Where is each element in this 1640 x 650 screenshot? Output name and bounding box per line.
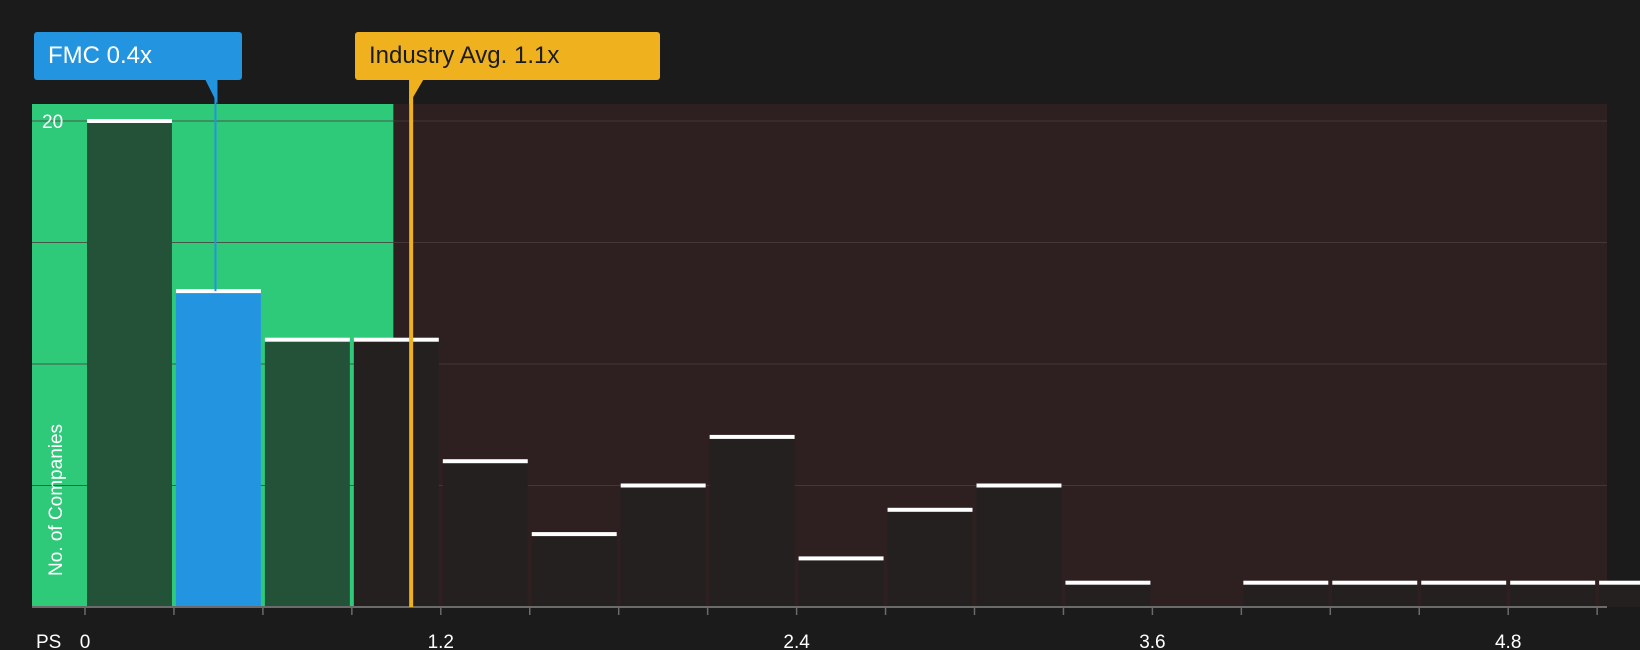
histogram-bar	[976, 485, 1062, 607]
industry-average-tag: Industry Avg. 1.1x	[355, 32, 660, 80]
x-tick-label: 0	[80, 632, 91, 650]
bar-top-marker	[1243, 580, 1329, 585]
bar-top-marker	[1065, 580, 1151, 585]
x-tick-label: 3.6	[1139, 632, 1165, 650]
histogram-bar	[353, 339, 439, 607]
histogram-bar	[620, 485, 706, 607]
y-axis-title: No. of Companies	[46, 424, 67, 576]
histogram-bar	[264, 339, 350, 607]
bar-top-marker	[353, 337, 439, 342]
histogram-bar	[1510, 582, 1596, 607]
bar-top-marker	[798, 556, 884, 561]
company-ps-tag: FMC 0.4x	[34, 32, 242, 80]
bar-top-marker	[1332, 580, 1418, 585]
x-tick-label: 2.4	[783, 632, 810, 650]
histogram-bar	[87, 121, 172, 608]
bar-top-marker	[264, 337, 350, 342]
bar-top-marker	[442, 459, 528, 464]
bar-top-marker	[709, 434, 795, 439]
x-tick-label: 4.8	[1495, 632, 1521, 650]
bar-top-marker	[887, 507, 973, 512]
histogram-bar	[1065, 582, 1151, 607]
bar-top-marker	[1599, 580, 1640, 585]
histogram-bar	[887, 509, 973, 607]
bar-top-marker	[531, 532, 617, 537]
bar-top-marker	[976, 483, 1062, 488]
ps-distribution-chart: 01.22.43.64.86+PS20No. of Companies FMC …	[0, 0, 1640, 650]
histogram-bar	[1421, 582, 1507, 607]
x-tick-label: 1.2	[428, 632, 454, 650]
x-axis-title: PS	[36, 632, 61, 650]
bar-top-marker	[1510, 580, 1596, 585]
y-tick-label: 20	[42, 112, 63, 133]
bar-top-marker	[1421, 580, 1507, 585]
histogram-bar	[1243, 582, 1329, 607]
histogram-bar	[531, 534, 617, 607]
histogram-bar	[1332, 582, 1418, 607]
histogram-bar	[709, 436, 795, 607]
bar-top-marker	[87, 119, 172, 124]
histogram-bar	[798, 558, 884, 607]
histogram-bar	[1599, 582, 1640, 607]
histogram-bar	[175, 291, 261, 607]
bar-top-marker	[620, 483, 706, 488]
bar-top-marker	[175, 289, 261, 294]
histogram-bar	[442, 461, 528, 607]
chart-canvas: 01.22.43.64.86+PS20No. of Companies	[32, 80, 1640, 650]
